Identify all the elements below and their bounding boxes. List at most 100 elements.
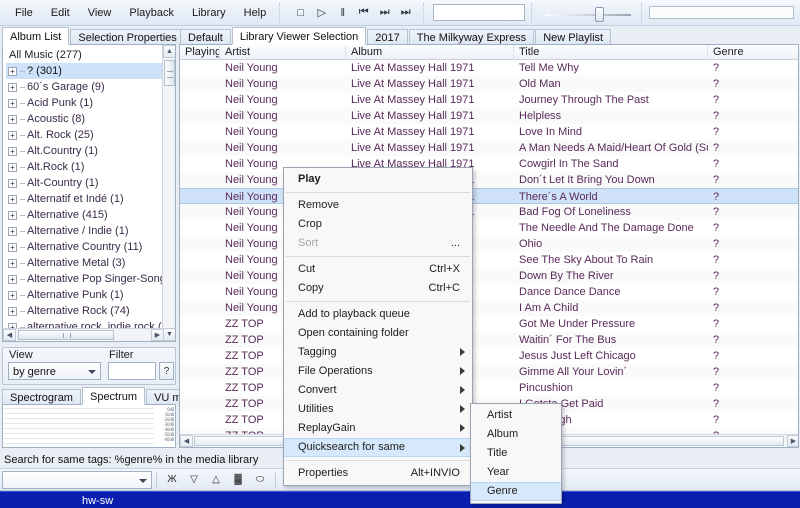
context-menu-item-tagging[interactable]: Tagging: [284, 343, 472, 362]
table-row[interactable]: Neil YoungLive At Massey Hall 1971There´…: [180, 188, 798, 204]
triangle-up-icon[interactable]: △: [205, 470, 227, 490]
album-list-vertical-scrollbar[interactable]: ▲ ▼: [162, 45, 175, 341]
previous-button[interactable]: ⏮: [354, 4, 373, 22]
table-row[interactable]: Neil Young Live At Massey Hall 1971 Helple…: [180, 108, 798, 124]
scroll-up-arrow-icon[interactable]: ▲: [163, 45, 175, 58]
table-row[interactable]: Neil Young Dance Dance Dance?: [180, 284, 798, 300]
menu-item-help[interactable]: Help: [235, 3, 276, 23]
submenu-item-artist[interactable]: Artist: [471, 406, 561, 425]
next-button[interactable]: ⏭: [375, 4, 394, 22]
expand-plus-icon[interactable]: +: [8, 82, 17, 92]
album-list-item[interactable]: + Alternative Punk (1): [6, 287, 163, 303]
submenu-item-genre[interactable]: Genre: [471, 482, 561, 501]
expand-plus-icon[interactable]: +: [8, 130, 17, 140]
album-list-item[interactable]: + Acoustic (8): [6, 111, 163, 127]
table-row[interactable]: ZZ TOP Jesus Just Left Chicago?: [180, 348, 798, 364]
context-menu-item-convert[interactable]: Convert: [284, 381, 472, 400]
album-list-item[interactable]: + Alt.Rock (1): [6, 159, 163, 175]
context-menu-item-crop[interactable]: Crop: [284, 215, 472, 234]
taskbar-item[interactable]: hw-sw: [82, 494, 113, 508]
album-list-item[interactable]: + Alternative Country (11): [6, 239, 163, 255]
seek-bar[interactable]: [649, 6, 794, 19]
menu-item-playback[interactable]: Playback: [120, 3, 183, 23]
submenu-item-album[interactable]: Album: [471, 425, 561, 444]
album-list-item[interactable]: + ? (301): [6, 63, 163, 79]
expand-plus-icon[interactable]: +: [8, 274, 17, 284]
album-list-item[interactable]: + Alternative (415): [6, 207, 163, 223]
context-menu-item-cut[interactable]: Cut Ctrl+X: [284, 260, 472, 279]
filter-help-button[interactable]: ?: [159, 362, 174, 380]
album-list-root[interactable]: All Music (277): [6, 47, 163, 63]
context-menu-item-play[interactable]: Play: [284, 170, 472, 189]
table-row[interactable]: ZZ TOP Gimme All Your Lovin´?: [180, 364, 798, 380]
expand-plus-icon[interactable]: +: [8, 306, 17, 316]
table-row[interactable]: Neil Young The Needle And The Damage Done…: [180, 220, 798, 236]
menu-item-view[interactable]: View: [79, 3, 121, 23]
album-list-item[interactable]: + Alt-Country (1): [6, 175, 163, 191]
table-row[interactable]: Neil Young Live At Massey Hall 1971 Tell M…: [180, 60, 798, 76]
context-menu-item-file-operations[interactable]: File Operations: [284, 362, 472, 381]
album-list-item[interactable]: + Alternative Rock (74): [6, 303, 163, 319]
table-row[interactable]: Neil Young Live At Massey Hall 1971 Old Ma…: [180, 76, 798, 92]
tab-spectrogram[interactable]: Spectrogram: [2, 389, 81, 405]
scroll-left-arrow-icon[interactable]: ◀: [180, 435, 193, 447]
expand-plus-icon[interactable]: +: [8, 194, 17, 204]
album-list-item[interactable]: +60´s Garage (9): [6, 79, 163, 95]
expand-plus-icon[interactable]: +: [8, 178, 17, 188]
table-row[interactable]: Neil Young Live At Massey Hall 1971 A Man …: [180, 140, 798, 156]
volume-thumb[interactable]: [595, 6, 605, 22]
volume-slider[interactable]: [539, 3, 637, 23]
album-list-item[interactable]: + Alternative Metal (3): [6, 255, 163, 271]
scroll-thumb-horizontal[interactable]: [18, 330, 114, 340]
tab-new-playlist[interactable]: New Playlist: [535, 29, 612, 45]
context-menu-item-add-to-playback-queue[interactable]: Add to playback queue: [284, 305, 472, 324]
triangle-down-icon[interactable]: ▽: [183, 470, 205, 490]
play-button[interactable]: ▷: [312, 4, 331, 22]
album-list-item[interactable]: + Alternatif et Indé (1): [6, 191, 163, 207]
context-menu-item-remove[interactable]: Remove: [284, 196, 472, 215]
view-select[interactable]: by genre: [8, 362, 101, 380]
expand-plus-icon[interactable]: +: [8, 210, 17, 220]
album-list-item[interactable]: + Alt. Rock (25): [6, 127, 163, 143]
context-menu-item-properties[interactable]: Properties Alt+INVIO: [284, 464, 472, 483]
toolbar-search-input[interactable]: [433, 4, 526, 21]
scroll-left-arrow-icon[interactable]: ◀: [3, 329, 16, 341]
tab-spectrum[interactable]: Spectrum: [81, 387, 146, 405]
album-list-item[interactable]: + Alt.Country (1): [6, 143, 163, 159]
expand-plus-icon[interactable]: +: [8, 226, 17, 236]
tab-default[interactable]: Default: [180, 29, 231, 45]
table-row[interactable]: ZZ TOP Pincushion?: [180, 380, 798, 396]
context-menu-item-open-containing-folder[interactable]: Open containing folder: [284, 324, 472, 343]
scroll-down-arrow-icon[interactable]: ▼: [163, 328, 175, 341]
context-menu-item-copy[interactable]: Copy Ctrl+C: [284, 279, 472, 298]
scroll-right-arrow-icon[interactable]: ▶: [151, 329, 164, 341]
column-header-artist[interactable]: Artist: [220, 45, 346, 60]
table-row[interactable]: Neil Young Live At Massey Hall 1971 Love I…: [180, 124, 798, 140]
menu-item-library[interactable]: Library: [183, 3, 235, 23]
expand-plus-icon[interactable]: +: [8, 66, 17, 76]
random-button[interactable]: ⏭: [396, 4, 415, 22]
tab-library-viewer-selection[interactable]: Library Viewer Selection: [231, 27, 367, 45]
submenu-item-year[interactable]: Year: [471, 463, 561, 482]
qr-icon[interactable]: ▓: [227, 470, 249, 490]
scroll-thumb[interactable]: [164, 60, 175, 86]
context-menu-item-quicksearch-for-same[interactable]: Quicksearch for same: [284, 438, 472, 457]
table-row[interactable]: Neil YoungLive At Massey Hall 1971Don´t …: [180, 172, 798, 188]
tab-the-milkyway-express[interactable]: The Milkyway Express: [408, 29, 535, 45]
scroll-right-arrow-icon[interactable]: ▶: [787, 435, 798, 447]
submenu-item-title[interactable]: Title: [471, 444, 561, 463]
table-row[interactable]: Neil Young Down By The River?: [180, 268, 798, 284]
tab-2017[interactable]: 2017: [367, 29, 408, 45]
expand-plus-icon[interactable]: +: [8, 290, 17, 300]
expand-plus-icon[interactable]: +: [8, 258, 17, 268]
tab-selection-properties[interactable]: Selection Properties: [70, 29, 185, 45]
album-list-item[interactable]: + Alternative Pop Singer-Songwriter (: [6, 271, 163, 287]
expand-plus-icon[interactable]: +: [8, 162, 17, 172]
table-row[interactable]: Neil YoungLive At Massey Hall 1971Bad Fo…: [180, 204, 798, 220]
table-row[interactable]: Neil Young See The Sky About To Rain?: [180, 252, 798, 268]
expand-plus-icon[interactable]: +: [8, 114, 17, 124]
table-row[interactable]: ZZ TOP Got Me Under Pressure?: [180, 316, 798, 332]
table-row[interactable]: Neil Young Live At Massey Hall 1971 Cowgir…: [180, 156, 798, 172]
context-menu-item-replaygain[interactable]: ReplayGain: [284, 419, 472, 438]
album-list-horizontal-scrollbar[interactable]: ◀ ▶: [3, 328, 164, 341]
